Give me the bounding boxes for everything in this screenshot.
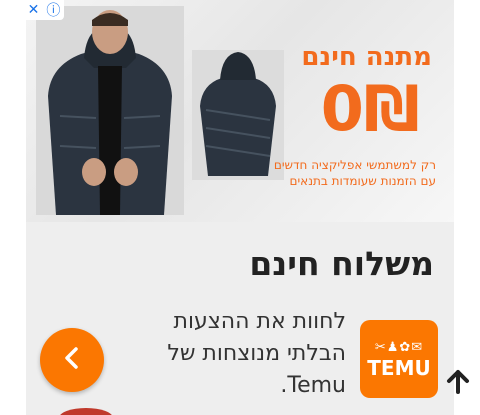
promo-condition-line-2: עם הזמנות שעומדות בתנאים xyxy=(289,174,436,188)
jacket-product-photo xyxy=(192,50,284,180)
jacket-model-photo xyxy=(36,6,184,215)
back-button[interactable] xyxy=(40,328,104,392)
close-icon[interactable]: ✕ xyxy=(28,2,40,18)
temu-logo-text: TEMU xyxy=(367,355,431,380)
ad-banner-image[interactable]: מתנה חינם 0₪ רק למשתמשי אפליקציה חדשים ע… xyxy=(26,0,454,222)
promo-title: מתנה חינם xyxy=(301,42,432,72)
promo-amount: 0₪ xyxy=(320,72,420,145)
scroll-to-top-button[interactable] xyxy=(444,368,472,396)
chevron-left-icon xyxy=(58,344,86,376)
ad-frame[interactable]: מתנה חינם 0₪ רק למשתמשי אפליקציה חדשים ע… xyxy=(26,0,454,415)
next-button-peek[interactable] xyxy=(59,408,113,415)
adchoices-bar[interactable]: ✕ ⓘ xyxy=(24,0,64,20)
info-icon[interactable]: ⓘ xyxy=(46,0,60,20)
temu-logo[interactable]: ✂︎♟✿✉ TEMU xyxy=(360,320,438,398)
ad-description[interactable]: לחוות את ההצעות הבלתי מנוצחות של Temu. xyxy=(126,306,346,402)
promo-condition-line-1: רק למשתמשי אפליקציה חדשים xyxy=(273,158,436,172)
temu-logo-icons: ✂︎♟✿✉ xyxy=(374,339,424,355)
arrow-up-icon xyxy=(444,370,472,400)
ad-headline[interactable]: משלוח חינם xyxy=(249,244,434,283)
